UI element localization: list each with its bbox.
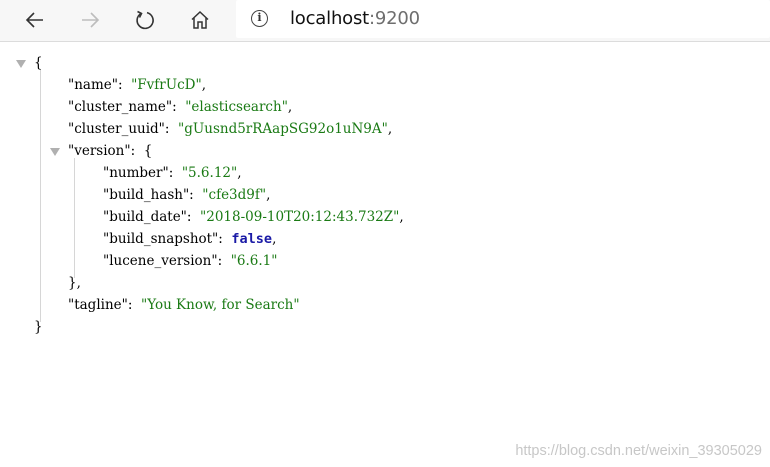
- json-key: "cluster_uuid": [68, 121, 165, 137]
- json-close-brace: }: [34, 319, 43, 335]
- back-arrow-icon: [25, 12, 43, 28]
- json-value-boolean: false: [231, 231, 273, 247]
- json-row-name: "name": "FvfrUcD",: [68, 77, 207, 93]
- json-row-cluster-uuid: "cluster_uuid": "gUusnd5rRAapSG92o1uN9A"…: [68, 121, 393, 137]
- json-key: "build_snapshot": [103, 231, 219, 247]
- indent-guide-root: [40, 70, 41, 322]
- url-host: localhost: [290, 8, 369, 29]
- back-button[interactable]: [16, 3, 54, 37]
- json-key: "number": [103, 165, 169, 181]
- json-row-build-hash: "build_hash": "cfe3d9f",: [103, 187, 271, 203]
- json-row-build-date: "build_date": "2018-09-10T20:12:43.732Z"…: [103, 209, 404, 225]
- json-value: "FvfrUcD": [131, 77, 202, 93]
- json-value: "2018-09-10T20:12:43.732Z": [200, 209, 400, 225]
- refresh-icon: [136, 10, 154, 30]
- address-bar[interactable]: i localhost:9200: [236, 0, 770, 38]
- json-value: "You Know, for Search": [141, 297, 300, 313]
- json-open-brace: {: [34, 55, 43, 71]
- json-key: "version": [68, 143, 131, 159]
- json-key: "name": [68, 77, 118, 93]
- json-row-build-snapshot: "build_snapshot": false,: [103, 231, 277, 247]
- home-button[interactable]: [181, 3, 219, 37]
- json-value: "5.6.12": [181, 165, 238, 181]
- forward-arrow-icon: [82, 12, 100, 28]
- collapse-version-toggle[interactable]: [50, 148, 60, 156]
- json-row-cluster-name: "cluster_name": "elasticsearch",: [68, 99, 293, 115]
- indent-guide-version: [74, 158, 75, 278]
- json-key: "cluster_name": [68, 99, 173, 115]
- collapse-root-toggle[interactable]: [16, 60, 26, 68]
- json-value: "6.6.1": [230, 253, 278, 269]
- json-value: "cfe3d9f": [202, 187, 267, 203]
- json-key: "build_date": [103, 209, 187, 225]
- json-open-brace: {: [143, 143, 153, 159]
- browser-toolbar: i localhost:9200: [0, 0, 770, 42]
- url-port: :9200: [369, 8, 420, 29]
- json-row-version: "version": {: [68, 143, 153, 159]
- json-row-number: "number": "5.6.12",: [103, 165, 242, 181]
- json-value: "gUusnd5rRAapSG92o1uN9A": [178, 121, 388, 137]
- json-key: "tagline": [68, 297, 128, 313]
- json-key: "build_hash": [103, 187, 190, 203]
- url-text[interactable]: localhost:9200: [290, 8, 420, 29]
- refresh-button[interactable]: [126, 3, 164, 37]
- forward-button[interactable]: [71, 3, 109, 37]
- json-close-brace-version: },: [68, 275, 81, 291]
- json-key: "lucene_version": [103, 253, 218, 269]
- info-icon[interactable]: i: [251, 10, 268, 27]
- home-icon: [191, 10, 209, 29]
- json-row-lucene-version: "lucene_version": "6.6.1": [103, 253, 278, 269]
- json-value: "elasticsearch": [185, 99, 288, 115]
- json-row-tagline: "tagline": "You Know, for Search": [68, 297, 300, 313]
- watermark: https://blog.csdn.net/weixin_39305029: [515, 443, 762, 459]
